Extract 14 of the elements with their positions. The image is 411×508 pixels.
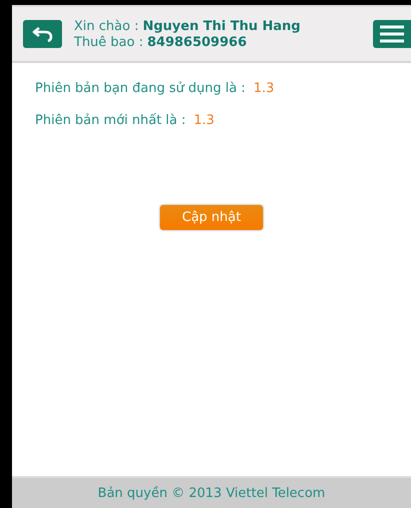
user-name: Nguyen Thi Thu Hang (142, 18, 300, 34)
back-button[interactable] (23, 20, 62, 48)
version-label: Phiên bản bạn đang sử dụng là : (35, 81, 246, 96)
subscriber-number: 84986509966 (147, 34, 247, 50)
version-number: 1.3 (253, 81, 274, 96)
update-button[interactable]: Cập nhật (160, 205, 263, 230)
back-arrow-icon (32, 26, 54, 42)
version-number: 1.3 (194, 113, 214, 128)
menu-icon (379, 25, 405, 43)
copyright-footer: Bản quyền © 2013 Viettel Telecom (12, 476, 411, 508)
version-label: Phiên bản mới nhất là : (35, 113, 186, 128)
greeting-label: Xin chào : (74, 18, 139, 34)
menu-button[interactable] (373, 20, 411, 48)
subscriber-label: Thuê bao : (74, 34, 144, 50)
